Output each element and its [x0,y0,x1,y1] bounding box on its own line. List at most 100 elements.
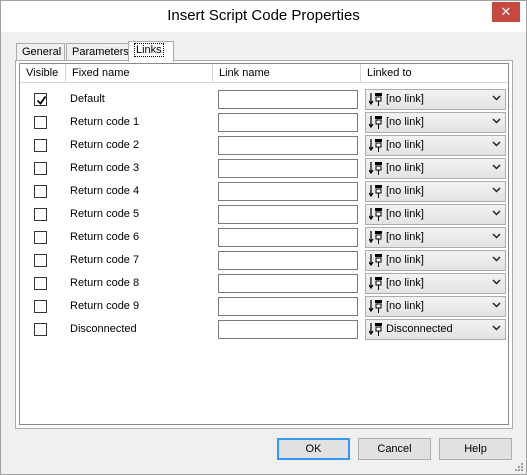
dialog-window: Insert Script Code Properties ✕ General … [0,0,527,475]
chevron-down-icon [492,277,501,289]
fixed-name-cell: Return code 1 [70,116,140,128]
linked-to-dropdown[interactable]: [no link] [365,135,506,156]
table-row: Return code 8 [no link] [20,272,508,295]
help-button[interactable]: Help [439,438,512,460]
visible-checkbox[interactable] [34,116,47,129]
resize-grip-icon[interactable] [514,462,524,472]
list-header: Visible Fixed name Link name Linked to [20,64,508,83]
linked-to-dropdown[interactable]: [no link] [365,204,506,225]
link-name-input[interactable] [218,251,358,270]
link-name-input[interactable] [218,228,358,247]
linked-to-value: [no link] [386,93,424,105]
linked-to-dropdown[interactable]: [no link] [365,250,506,271]
linked-to-value: [no link] [386,116,424,128]
fixed-name-cell: Disconnected [70,323,137,335]
visible-checkbox[interactable] [34,208,47,221]
linked-to-value: [no link] [386,254,424,266]
link-target-icon [368,276,384,294]
linked-to-dropdown[interactable]: [no link] [365,158,506,179]
linked-to-value: [no link] [386,185,424,197]
table-row: Return code 7 [no link] [20,249,508,272]
link-name-input[interactable] [218,90,358,109]
visible-checkbox[interactable] [34,300,47,313]
visible-checkbox[interactable] [34,139,47,152]
link-name-input[interactable] [218,205,358,224]
tab-links-label: Links [134,43,164,57]
tab-general[interactable]: General [16,43,65,61]
chevron-down-icon [492,323,501,335]
linked-to-value: [no link] [386,208,424,220]
fixed-name-cell: Return code 5 [70,208,140,220]
fixed-name-cell: Return code 4 [70,185,140,197]
table-row: Return code 9 [no link] [20,295,508,318]
linked-to-dropdown[interactable]: [no link] [365,112,506,133]
title-bar[interactable]: Insert Script Code Properties ✕ [1,1,526,32]
fixed-name-cell: Return code 9 [70,300,140,312]
chevron-down-icon [492,208,501,220]
link-name-input[interactable] [218,182,358,201]
linked-to-value: [no link] [386,139,424,151]
link-target-icon [368,322,384,340]
chevron-down-icon [492,93,501,105]
chevron-down-icon [492,185,501,197]
window-title: Insert Script Code Properties [167,7,360,24]
visible-checkbox[interactable] [34,231,47,244]
fixed-name-cell: Return code 2 [70,139,140,151]
ok-button[interactable]: OK [277,438,350,460]
link-target-icon [368,230,384,248]
linked-to-dropdown[interactable]: [no link] [365,227,506,248]
header-fixed-name[interactable]: Fixed name [66,64,213,83]
table-row: Return code 4 [no link] [20,180,508,203]
visible-checkbox[interactable] [34,185,47,198]
linked-to-value: [no link] [386,300,424,312]
fixed-name-cell: Return code 7 [70,254,140,266]
table-row: Return code 1 [no link] [20,111,508,134]
header-linked-to[interactable]: Linked to [361,64,508,83]
link-target-icon [368,161,384,179]
link-target-icon [368,138,384,156]
header-visible[interactable]: Visible [20,64,66,83]
table-row: Return code 3 [no link] [20,157,508,180]
chevron-down-icon [492,139,501,151]
link-target-icon [368,207,384,225]
link-name-input[interactable] [218,159,358,178]
linked-to-dropdown[interactable]: Disconnected [365,319,506,340]
header-link-name[interactable]: Link name [213,64,361,83]
tab-links[interactable]: Links [128,41,174,62]
fixed-name-cell: Return code 6 [70,231,140,243]
fixed-name-cell: Default [70,93,105,105]
cancel-button[interactable]: Cancel [358,438,431,460]
chevron-down-icon [492,116,501,128]
fixed-name-cell: Return code 8 [70,277,140,289]
link-name-input[interactable] [218,320,358,339]
linked-to-dropdown[interactable]: [no link] [365,89,506,110]
visible-checkbox[interactable] [34,93,47,106]
close-icon: ✕ [500,4,512,19]
visible-checkbox[interactable] [34,277,47,290]
close-button[interactable]: ✕ [492,2,520,22]
link-target-icon [368,253,384,271]
linked-to-value: [no link] [386,231,424,243]
link-name-input[interactable] [218,297,358,316]
link-target-icon [368,92,384,110]
chevron-down-icon [492,254,501,266]
visible-checkbox[interactable] [34,323,47,336]
table-row: Return code 6 [no link] [20,226,508,249]
linked-to-value: Disconnected [386,323,453,335]
table-row: Disconnected Disconnected [20,318,508,341]
link-name-input[interactable] [218,136,358,155]
linked-to-dropdown[interactable]: [no link] [365,181,506,202]
visible-checkbox[interactable] [34,162,47,175]
linked-to-dropdown[interactable]: [no link] [365,273,506,294]
linked-to-value: [no link] [386,277,424,289]
link-target-icon [368,299,384,317]
tab-panel-links: Visible Fixed name Link name Linked to D… [15,60,513,429]
link-target-icon [368,184,384,202]
visible-checkbox[interactable] [34,254,47,267]
link-name-input[interactable] [218,274,358,293]
link-name-input[interactable] [218,113,358,132]
links-list: Visible Fixed name Link name Linked to D… [19,63,509,425]
linked-to-dropdown[interactable]: [no link] [365,296,506,317]
tab-parameters[interactable]: Parameters [66,43,129,61]
chevron-down-icon [492,300,501,312]
